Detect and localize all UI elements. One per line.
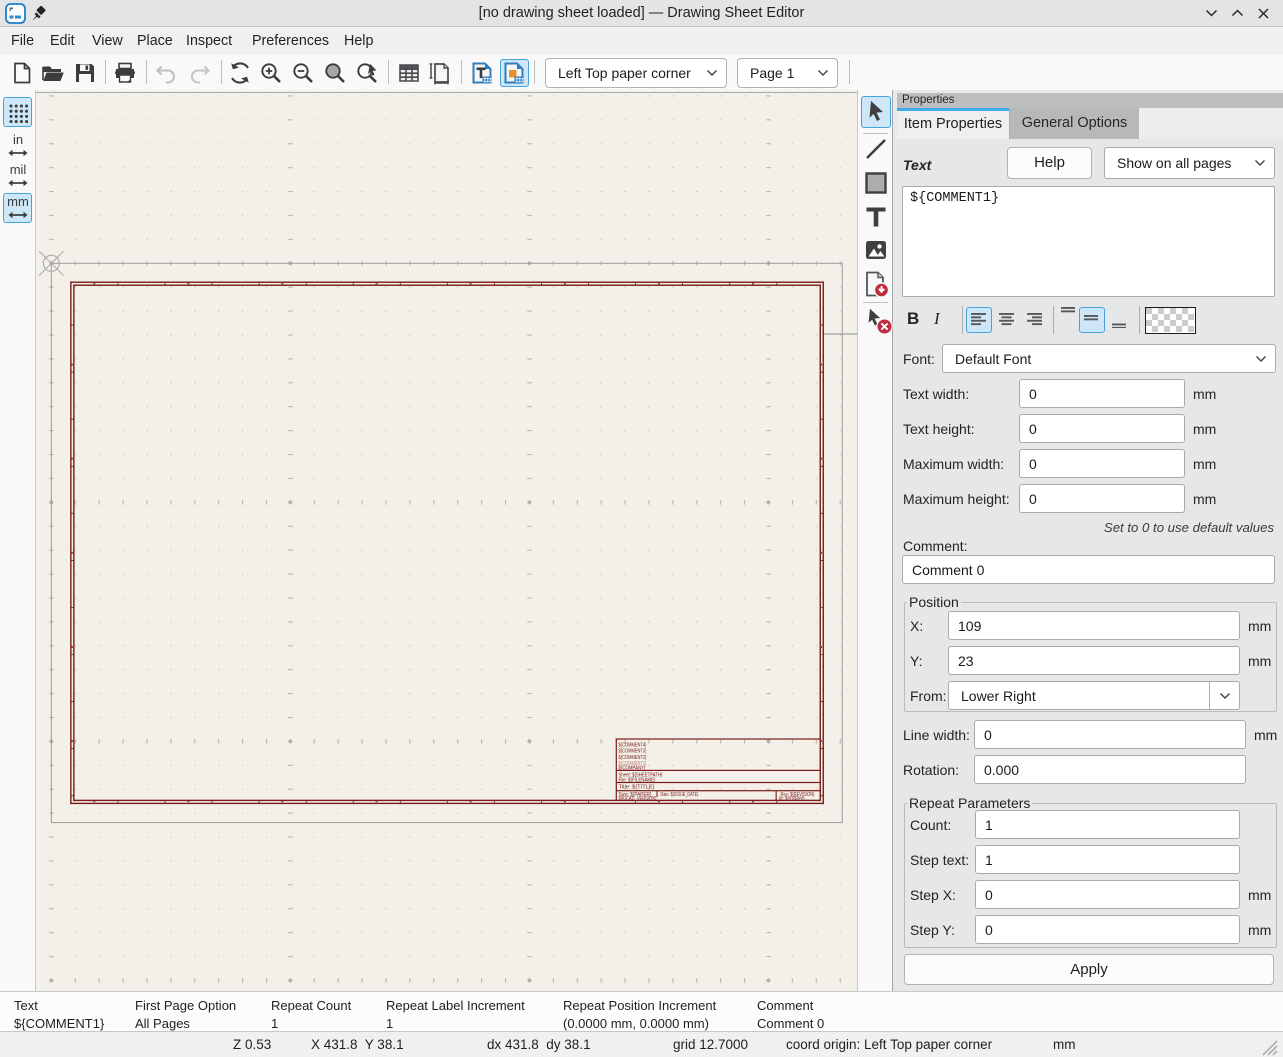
svg-text:Title: ${TITLE}: Title: ${TITLE} — [619, 785, 655, 791]
svg-text:${KICAD_VERSION}: ${KICAD_VERSION} — [619, 796, 657, 802]
svg-text:Date: ${ISSUE_DATE}: Date: ${ISSUE_DATE} — [661, 792, 699, 798]
svg-text:${COMMENT3}: ${COMMENT3} — [619, 749, 647, 755]
svg-text:${COMPANY}: ${COMPANY} — [619, 765, 646, 771]
svg-text:Id: ${#}/${##}: Id: ${#}/${##} — [779, 796, 805, 802]
svg-text:${COMMENT4}: ${COMMENT4} — [619, 742, 647, 748]
svg-text:File: ${FILENAME}: File: ${FILENAME} — [619, 777, 656, 783]
